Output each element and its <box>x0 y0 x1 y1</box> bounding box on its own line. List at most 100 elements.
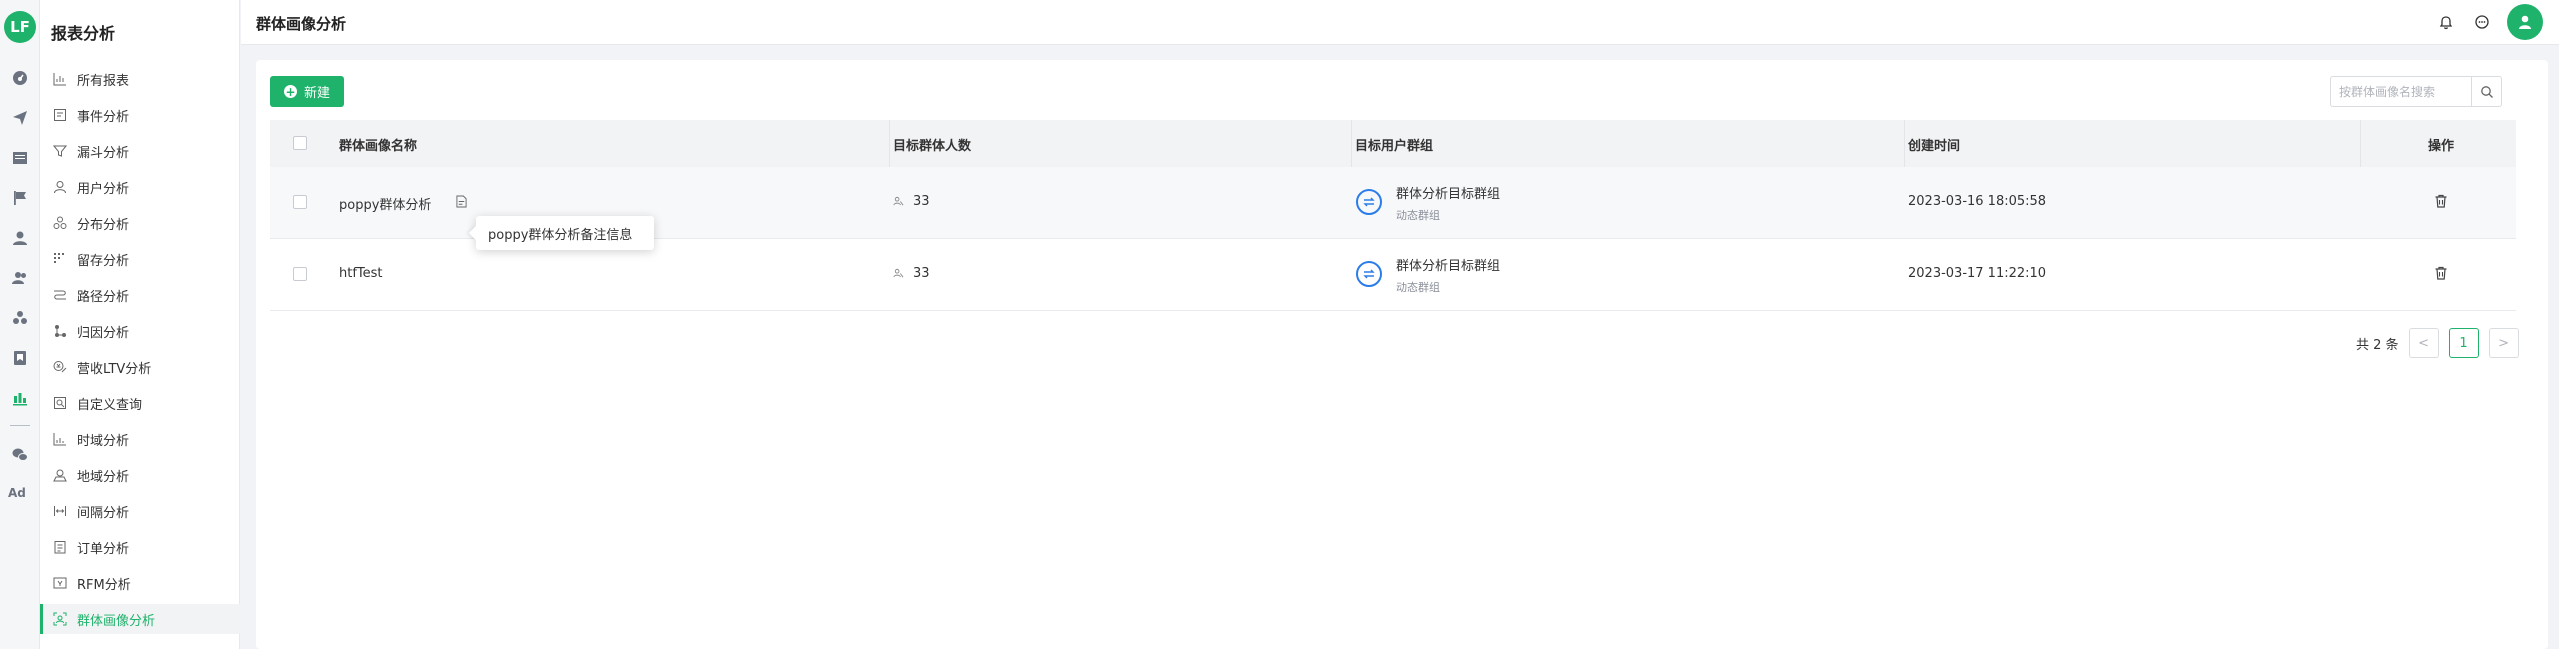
sidebar-item-label: 地域分析 <box>77 469 130 485</box>
column-divider <box>2360 120 2361 167</box>
column-divider <box>889 120 890 167</box>
search-button[interactable] <box>2471 77 2501 106</box>
sidebar-item-label: 所有报表 <box>77 73 130 89</box>
funnel-icon <box>53 145 67 157</box>
sidebar-item-label: 路径分析 <box>77 289 130 305</box>
wechat-icon[interactable] <box>10 445 30 465</box>
sidebar-item-rfm[interactable]: RFM分析 <box>40 568 240 598</box>
pagination: 共 2 条 < 1 > <box>2356 328 2519 358</box>
sidebar-item-user[interactable]: 用户分析 <box>40 172 240 202</box>
user-group-name[interactable]: 群体分析目标群组 <box>1396 255 1500 274</box>
people-icon <box>893 268 904 283</box>
row-checkbox[interactable] <box>293 267 307 281</box>
attribution-icon <box>55 325 66 337</box>
flag-icon[interactable] <box>10 188 30 208</box>
column-header-actions: 操作 <box>2428 139 2455 154</box>
column-header-group: 目标用户群组 <box>1355 139 1434 154</box>
sidebar-item-label: 归因分析 <box>77 325 130 341</box>
sidebar-item-retention[interactable]: 留存分析 <box>40 244 240 274</box>
sidebar-item-all-reports[interactable]: 所有报表 <box>40 64 240 94</box>
content-card: + 新建 群体画像名称 目标群体人数 目标用户群组 创建时间 操作 poppy群… <box>256 60 2548 649</box>
user-group-name[interactable]: 群体分析目标群组 <box>1396 183 1500 202</box>
sidebar-item-revenue-ltv[interactable]: 营收LTV分析 <box>40 352 240 382</box>
top-bar: 群体画像分析 <box>241 0 2559 45</box>
users-icon[interactable] <box>10 268 30 288</box>
sync-icon <box>1356 261 1382 287</box>
group-icon[interactable] <box>10 308 30 328</box>
app-logo[interactable]: LF <box>4 11 36 43</box>
sidebar-item-attribution[interactable]: 归因分析 <box>40 316 240 346</box>
sidebar-item-label: RFM分析 <box>77 577 131 593</box>
user-icon <box>54 181 66 194</box>
section-title: 报表分析 <box>51 24 116 43</box>
select-all-checkbox[interactable] <box>293 136 307 150</box>
icon-rail: LF Ad <box>0 0 40 649</box>
sidebar-item-label: 自定义查询 <box>77 397 143 413</box>
search-input[interactable] <box>2331 77 2471 106</box>
prev-page-button[interactable]: < <box>2408 328 2439 358</box>
total-count: 共 2 条 <box>2356 337 2399 353</box>
send-icon[interactable] <box>10 108 30 128</box>
column-header-count: 目标群体人数 <box>893 139 972 154</box>
sidebar-item-order[interactable]: 订单分析 <box>40 532 240 562</box>
chart-icon <box>53 73 66 86</box>
next-page-button[interactable]: > <box>2488 328 2519 358</box>
sidebar-item-custom-query[interactable]: 自定义查询 <box>40 388 240 418</box>
note-tooltip: poppy群体分析备注信息 <box>476 216 654 250</box>
query-icon <box>54 397 66 409</box>
sync-icon <box>1356 189 1382 215</box>
table-header: 群体画像名称 目标群体人数 目标用户群组 创建时间 操作 <box>270 120 2516 167</box>
interval-icon <box>54 506 66 516</box>
sidebar-item-label: 订单分析 <box>77 541 130 557</box>
sidebar-item-distribution[interactable]: 分布分析 <box>40 208 240 238</box>
user-icon[interactable] <box>10 228 30 248</box>
sidebar-item-label: 时域分析 <box>77 433 130 449</box>
sidebar-item-path[interactable]: 路径分析 <box>40 280 240 310</box>
order-icon <box>54 541 66 554</box>
bar-chart-icon[interactable] <box>10 388 30 408</box>
page-number-button[interactable]: 1 <box>2448 328 2479 358</box>
delete-icon[interactable] <box>2434 194 2450 210</box>
bookmark-icon[interactable] <box>10 348 30 368</box>
avatar[interactable] <box>2507 4 2543 40</box>
retention-icon <box>54 253 64 263</box>
table-row[interactable]: poppy群体分析 33 群体分析目标群组 动态群组 2023-03-16 18… <box>270 167 2516 250</box>
user-group-type: 动态群组 <box>1396 209 1440 222</box>
column-header-created: 创建时间 <box>1908 139 1961 154</box>
rail-divider <box>10 425 30 426</box>
event-icon <box>54 109 66 121</box>
created-time: 2023-03-16 18:05:58 <box>1908 194 2047 209</box>
user-avatar-icon <box>2519 15 2531 29</box>
message-icon[interactable] <box>2472 12 2492 32</box>
column-header-name: 群体画像名称 <box>339 139 418 154</box>
column-divider <box>1904 120 1905 167</box>
sidebar-item-interval[interactable]: 间隔分析 <box>40 496 240 526</box>
new-button[interactable]: + 新建 <box>270 76 344 107</box>
region-icon <box>53 469 67 482</box>
user-group-type: 动态群组 <box>1396 281 1440 294</box>
ad-label[interactable]: Ad <box>8 486 26 500</box>
note-icon[interactable] <box>456 195 467 212</box>
delete-icon[interactable] <box>2434 266 2450 282</box>
search-box <box>2330 76 2502 107</box>
portrait-name[interactable]: poppy群体分析 <box>339 194 431 213</box>
people-icon <box>893 196 904 211</box>
sidebar-item-funnel[interactable]: 漏斗分析 <box>40 136 240 166</box>
dashboard-icon[interactable] <box>10 68 30 88</box>
sidebar-item-label: 漏斗分析 <box>77 145 130 161</box>
sidebar-item-event[interactable]: 事件分析 <box>40 100 240 130</box>
bell-icon[interactable] <box>2436 12 2456 32</box>
sidebar-item-time-domain[interactable]: 时域分析 <box>40 424 240 454</box>
portrait-name[interactable]: htfTest <box>339 266 383 281</box>
target-count: 33 <box>913 266 930 281</box>
sidebar-item-label: 群体画像分析 <box>77 613 156 629</box>
rfm-icon <box>53 577 67 589</box>
row-checkbox[interactable] <box>293 195 307 209</box>
target-count: 33 <box>913 194 930 209</box>
sidebar-item-label: 用户分析 <box>77 181 130 197</box>
sidebar-item-label: 留存分析 <box>77 253 130 269</box>
table-icon[interactable] <box>10 148 30 168</box>
sidebar-item-portrait[interactable]: 群体画像分析 <box>40 604 240 634</box>
sidebar-item-region[interactable]: 地域分析 <box>40 460 240 490</box>
sidebar-item-label: 间隔分析 <box>77 505 130 521</box>
